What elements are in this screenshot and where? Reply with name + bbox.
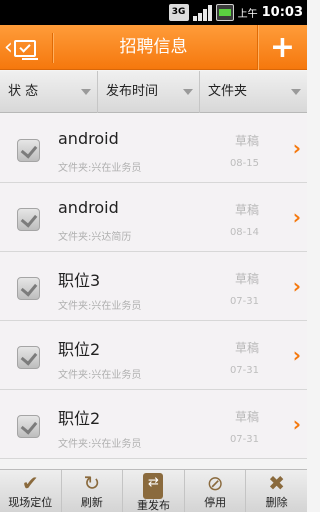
toolbar-label: 重发布	[136, 499, 170, 512]
item-status: 草稿	[234, 272, 259, 286]
add-button[interactable]: +	[257, 25, 307, 70]
filter-date-dropdown[interactable]: 发布时间	[98, 71, 200, 113]
filter-folder-dropdown[interactable]: 文件夹	[200, 71, 307, 113]
disable-icon: ⊘	[206, 471, 224, 495]
chevron-right-icon: ›	[292, 205, 301, 229]
item-folder: 文件夹:兴在业务员	[58, 163, 142, 174]
list-item[interactable]: 职位2 文件夹:兴在业务员 草稿 07-31 ›	[0, 390, 307, 459]
item-date: 08-14	[229, 227, 259, 238]
item-title: 职位3	[58, 271, 101, 290]
toolbar-label: 停用	[204, 496, 227, 509]
toolbar-label: 删除	[265, 496, 288, 509]
filter-label: 文件夹	[208, 84, 248, 99]
toolbar-label: 刷新	[80, 496, 103, 509]
page-title: 招聘信息	[119, 37, 188, 57]
monitor-icon	[13, 39, 36, 57]
item-status: 草稿	[234, 134, 259, 148]
list-item[interactable]: android 文件夹:兴达简历 草稿 08-14 ›	[0, 183, 307, 252]
item-folder: 文件夹:兴在业务员	[58, 439, 142, 450]
item-title: 职位2	[58, 409, 101, 428]
item-folder: 文件夹:兴达简历	[58, 232, 132, 243]
item-date: 08-15	[229, 158, 259, 169]
chevron-right-icon: ›	[292, 343, 301, 367]
back-button[interactable]: ‹	[4, 32, 48, 64]
refresh-button[interactable]: ↻ 刷新	[62, 470, 124, 512]
list-item[interactable]: 职位2 文件夹:兴在业务员 草稿 07-31 ›	[0, 321, 307, 390]
item-title: 职位2	[58, 340, 101, 359]
republish-icon: ⇄	[143, 473, 164, 499]
item-title: android	[58, 198, 119, 217]
battery-icon	[215, 4, 234, 21]
network-3g-icon: 3G	[168, 4, 189, 21]
signal-icon	[192, 4, 212, 21]
item-date: 07-31	[229, 434, 259, 445]
republish-button[interactable]: ⇄ 重发布	[123, 470, 185, 512]
plus-icon: +	[269, 30, 296, 65]
status-ampm: 上午	[237, 9, 258, 20]
status-time: 10:03	[261, 5, 303, 20]
item-date: 07-31	[229, 365, 259, 376]
item-status: 草稿	[234, 203, 259, 217]
filter-label: 状 态	[8, 84, 39, 99]
item-status: 草稿	[234, 410, 259, 424]
toolbar-label: 现场定位	[8, 496, 53, 509]
locate-button[interactable]: ✔ 现场定位	[0, 470, 62, 512]
item-checkbox[interactable]	[17, 277, 40, 300]
item-title: android	[58, 129, 119, 148]
item-checkbox[interactable]	[17, 139, 40, 162]
title-bar: ‹ 招聘信息 +	[0, 25, 307, 70]
item-checkbox[interactable]	[17, 346, 40, 369]
filter-label: 发布时间	[106, 84, 159, 99]
job-list: android 文件夹:兴在业务员 草稿 08-15 › android 文件夹…	[0, 114, 307, 469]
item-date: 07-31	[229, 296, 259, 307]
chevron-right-icon: ›	[292, 274, 301, 298]
dropdown-arrow-icon	[291, 89, 301, 95]
chevron-left-icon: ‹	[4, 35, 13, 60]
list-item[interactable]: 职位3 文件夹:兴在业务员 草稿 07-31 ›	[0, 252, 307, 321]
refresh-icon: ↻	[83, 471, 101, 495]
disable-button[interactable]: ⊘ 停用	[185, 470, 247, 512]
bottom-toolbar: ✔ 现场定位 ↻ 刷新 ⇄ 重发布 ⊘ 停用 ✖ 删除	[0, 469, 307, 512]
chevron-right-icon: ›	[292, 136, 301, 160]
status-bar: 3G 上午 10:03	[0, 0, 307, 25]
item-checkbox[interactable]	[17, 208, 40, 231]
dropdown-arrow-icon	[183, 89, 193, 95]
item-folder: 文件夹:兴在业务员	[58, 370, 142, 381]
item-status: 草稿	[234, 341, 259, 355]
list-item[interactable]: android 文件夹:兴在业务员 草稿 08-15 ›	[0, 114, 307, 183]
filter-bar: 状 态 发布时间 文件夹	[0, 71, 307, 113]
chevron-right-icon: ›	[292, 412, 301, 436]
filter-status-dropdown[interactable]: 状 态	[0, 71, 98, 113]
item-folder: 文件夹:兴在业务员	[58, 301, 142, 312]
delete-button[interactable]: ✖ 删除	[246, 470, 307, 512]
check-icon: ✔	[21, 471, 39, 495]
delete-icon: ✖	[268, 471, 286, 495]
dropdown-arrow-icon	[81, 89, 91, 95]
item-checkbox[interactable]	[17, 415, 40, 438]
